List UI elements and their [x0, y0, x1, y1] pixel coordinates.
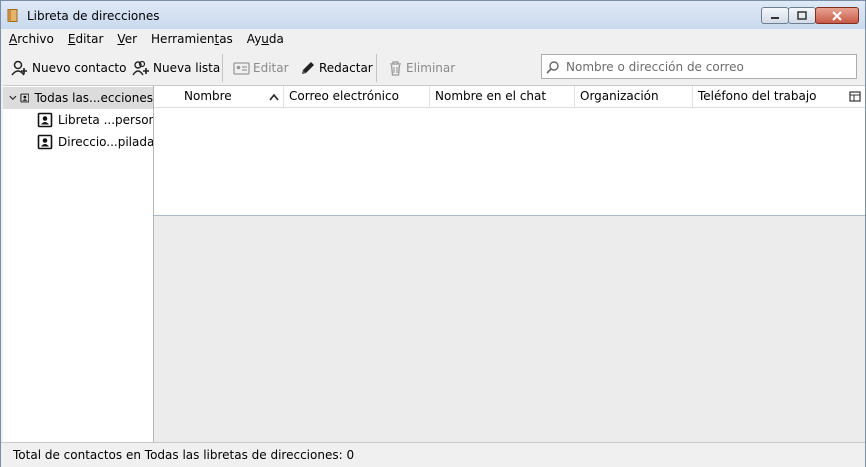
menu-herramientas[interactable]: Herramientas — [143, 29, 239, 49]
chevron-down-icon[interactable] — [8, 90, 18, 106]
address-book-icon — [37, 134, 53, 150]
column-picker-icon[interactable] — [849, 91, 861, 103]
column-header-email[interactable]: Correo electrónico — [284, 86, 430, 107]
address-book-icon — [37, 112, 53, 128]
status-text: Total de contactos en Todas las libretas… — [13, 448, 355, 462]
toolbar-separator — [222, 54, 223, 82]
close-button[interactable] — [815, 7, 859, 24]
column-header-organization[interactable]: Organización — [575, 86, 693, 107]
new-contact-button[interactable]: Nuevo contacto — [11, 57, 126, 79]
column-header-chat[interactable]: Nombre en el chat — [430, 86, 575, 107]
address-book-app-icon — [7, 9, 18, 22]
column-header-name[interactable]: Nombre — [154, 86, 284, 107]
menu-ver[interactable]: Ver — [109, 29, 143, 49]
trash-icon — [390, 61, 401, 76]
maximize-icon — [797, 11, 807, 20]
compose-button[interactable]: Redactar — [300, 57, 373, 79]
menu-bar: Archivo Editar Ver Herramientas Ayuda — [1, 29, 865, 49]
edit-card-icon — [233, 62, 250, 75]
menu-ayuda[interactable]: Ayuda — [239, 29, 290, 49]
column-header-work-phone[interactable]: Teléfono del trabajo — [693, 86, 843, 107]
search-icon — [546, 60, 559, 74]
new-contact-icon — [11, 60, 27, 76]
status-bar: Total de contactos en Todas las libretas… — [1, 442, 865, 467]
contacts-table-header: Nombre Correo electrónico Nombre en el c… — [154, 86, 865, 108]
tree-item-all-books[interactable]: Todas las...ecciones — [3, 87, 153, 109]
minimize-button[interactable] — [761, 7, 789, 24]
minimize-icon — [771, 16, 779, 19]
maximize-button[interactable] — [788, 7, 816, 24]
toolbar-separator — [376, 54, 377, 82]
new-list-button[interactable]: Nueva lista — [132, 57, 220, 79]
edit-button[interactable]: Editar — [233, 57, 289, 79]
tree-item-personal[interactable]: Libreta ...personal — [37, 109, 167, 131]
search-input[interactable] — [564, 58, 848, 75]
address-book-tree: Todas las...ecciones Libreta ...personal… — [3, 85, 167, 443]
delete-button[interactable]: Eliminar — [388, 57, 455, 79]
window-controls — [761, 7, 859, 25]
address-book-window: Libreta de direcciones Archivo Editar Ve… — [0, 0, 866, 467]
search-box[interactable] — [541, 54, 857, 79]
title-bar[interactable]: Libreta de direcciones — [1, 1, 865, 29]
contacts-list[interactable] — [154, 108, 865, 216]
contacts-pane: Nombre Correo electrónico Nombre en el c… — [153, 85, 865, 442]
pencil-icon — [302, 62, 314, 74]
address-book-icon — [20, 93, 30, 103]
toolbar: Nuevo contacto Nueva lista Editar Redact… — [1, 51, 865, 85]
window-title: Libreta de direcciones — [27, 9, 160, 23]
new-list-icon — [132, 60, 149, 76]
menu-editar[interactable]: Editar — [60, 29, 110, 49]
sort-ascending-icon — [269, 93, 279, 101]
close-icon — [832, 10, 842, 21]
tree-item-collected[interactable]: Direccio...piladas — [37, 131, 161, 153]
menu-archivo[interactable]: Archivo — [1, 29, 60, 49]
